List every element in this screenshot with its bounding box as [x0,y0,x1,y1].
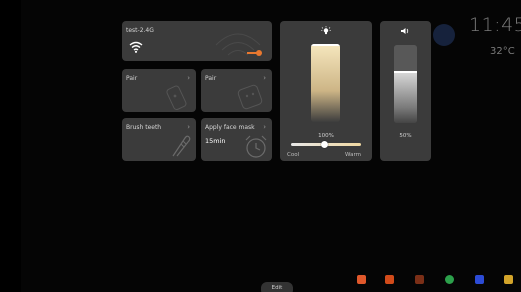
volume-slider[interactable] [394,45,417,123]
dock-app-icon-2[interactable] [385,275,394,284]
brush-teeth-tile[interactable]: Brush teeth › [122,118,196,161]
temperature: 32°C [490,46,515,57]
chevron-right-icon: › [263,123,266,131]
chevron-right-icon: › [263,74,266,82]
home-screen: test-2.4G Pair › Pair › Brush teeth › Ap… [21,0,521,292]
brightness-value: 100% [318,133,334,139]
dock-app-icon-4[interactable] [445,275,454,284]
brush-title: Brush teeth [126,124,162,131]
volume-value: 50% [399,133,412,139]
face-mask-tile[interactable]: Apply face mask 15min › [201,118,272,161]
dock-app-icon-1[interactable] [357,275,366,284]
wifi-ssid: test-2.4G [126,27,154,34]
toothbrush-icon [172,135,191,157]
chevron-right-icon: › [187,123,190,131]
edit-button[interactable]: Edit [261,282,293,292]
volume-control-card: 50% [380,21,431,161]
wifi-icon [129,41,143,53]
scale-outline-icon [237,84,263,110]
mask-duration: 15min [205,137,226,145]
pair-tile-2[interactable]: Pair › [201,69,272,112]
dock-app-icon-6[interactable] [504,275,513,284]
weather-widget [433,24,455,46]
mask-title: Apply face mask [205,124,255,131]
bulb-icon [321,26,331,35]
color-temp-slider[interactable] [291,141,361,148]
chevron-right-icon: › [187,74,190,82]
brightness-slider[interactable] [311,44,340,122]
warm-label: Warm [345,152,361,158]
alarm-clock-icon [245,135,267,158]
dock-app-icon-3[interactable] [415,275,424,284]
clock: 11:45 [469,14,521,36]
wifi-card[interactable]: test-2.4G [122,21,272,61]
pair-title-2: Pair [205,75,217,82]
cool-label: Cool [287,152,300,158]
phone-outline-icon [166,85,187,111]
pair-tile-1[interactable]: Pair › [122,69,196,112]
light-control-card: 100% Cool Warm [280,21,372,161]
pair-title-1: Pair [126,75,138,82]
dock-app-icon-5[interactable] [475,275,484,284]
wifi-toggle[interactable] [247,49,263,57]
speaker-icon [401,28,409,34]
